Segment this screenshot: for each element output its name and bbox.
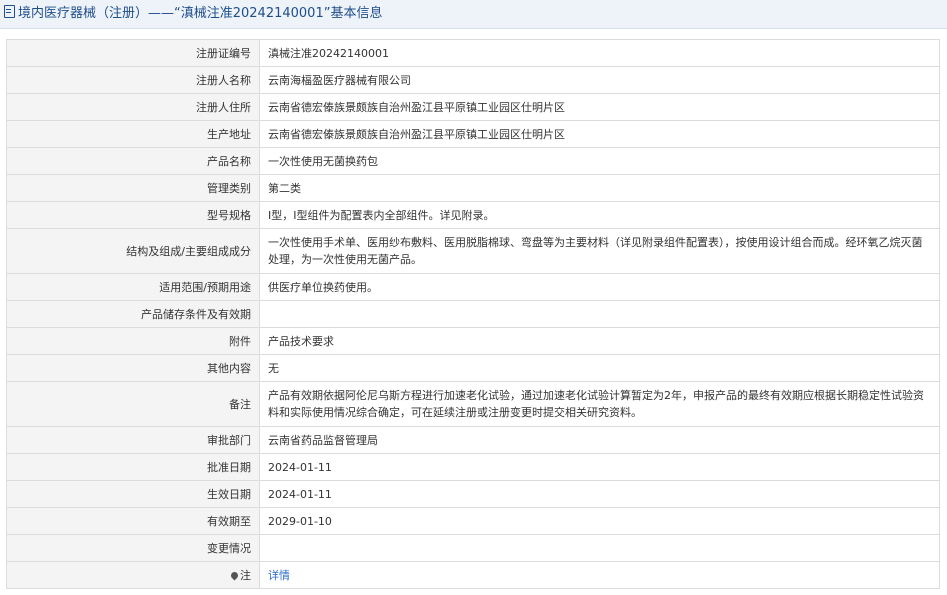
note-row: 注 详情 [6,561,940,589]
row-label: 附件 [6,327,260,355]
note-label: 注 [240,569,251,582]
row-value: 2029-01-10 [259,507,940,535]
page-title: 境内医疗器械（注册）——“滇械注准20242140001”基本信息 [18,6,383,21]
note-value-cell: 详情 [259,561,940,589]
table-row: 管理类别 第二类 [6,174,940,202]
row-label: 型号规格 [6,201,260,229]
info-container: 注册证编号 滇械注准20242140001 注册人名称 云南海楅盈医疗器械有限公… [0,29,947,589]
row-value: 一次性使用无菌换药包 [259,147,940,175]
row-label: 适用范围/预期用途 [6,273,260,301]
table-row: 变更情况 [6,534,940,562]
row-value: 2024-01-11 [259,480,940,508]
table-row: 注册人住所 云南省德宏傣族景颇族自治州盈江县平原镇工业园区仕明片区 [6,93,940,121]
table-row: 批准日期 2024-01-11 [6,453,940,481]
table-row: 注册证编号 滇械注准20242140001 [6,39,940,67]
table-row: 型号规格 Ⅰ型，Ⅰ型组件为配置表内全部组件。详见附录。 [6,201,940,229]
table-row: 有效期至 2029-01-10 [6,507,940,535]
pin-icon [229,570,240,581]
table-row: 生效日期 2024-01-11 [6,480,940,508]
row-label: 结构及组成/主要组成成分 [6,228,260,274]
row-value: 云南省德宏傣族景颇族自治州盈江县平原镇工业园区仕明片区 [259,93,940,121]
row-value: Ⅰ型，Ⅰ型组件为配置表内全部组件。详见附录。 [259,201,940,229]
document-icon [4,5,15,18]
row-value: 滇械注准20242140001 [259,39,940,67]
table-row: 其他内容 无 [6,354,940,382]
row-label: 注册证编号 [6,39,260,67]
row-value: 产品技术要求 [259,327,940,355]
row-label: 产品储存条件及有效期 [6,300,260,328]
row-value: 一次性使用手术单、医用纱布敷料、医用脱脂棉球、弯盘等为主要材料（详见附录组件配置… [259,228,940,274]
table-row: 备注 产品有效期依据阿伦尼乌斯方程进行加速老化试验，通过加速老化试验计算暂定为2… [6,381,940,427]
row-label: 备注 [6,381,260,427]
details-link[interactable]: 详情 [268,569,290,582]
row-value [259,300,940,328]
row-value: 云南省德宏傣族景颇族自治州盈江县平原镇工业园区仕明片区 [259,120,940,148]
table-row: 结构及组成/主要组成成分 一次性使用手术单、医用纱布敷料、医用脱脂棉球、弯盘等为… [6,228,940,274]
row-value: 无 [259,354,940,382]
table-row: 适用范围/预期用途 供医疗单位换药使用。 [6,273,940,301]
table-row: 注册人名称 云南海楅盈医疗器械有限公司 [6,66,940,94]
row-label: 其他内容 [6,354,260,382]
row-label: 变更情况 [6,534,260,562]
row-value: 供医疗单位换药使用。 [259,273,940,301]
row-value: 产品有效期依据阿伦尼乌斯方程进行加速老化试验，通过加速老化试验计算暂定为2年，申… [259,381,940,427]
row-label: 注册人名称 [6,66,260,94]
row-value: 2024-01-11 [259,453,940,481]
row-label: 有效期至 [6,507,260,535]
table-row: 产品储存条件及有效期 [6,300,940,328]
row-label: 注册人住所 [6,93,260,121]
row-label: 批准日期 [6,453,260,481]
row-label: 生效日期 [6,480,260,508]
row-value: 云南海楅盈医疗器械有限公司 [259,66,940,94]
basic-info-table: 注册证编号 滇械注准20242140001 注册人名称 云南海楅盈医疗器械有限公… [6,39,940,589]
table-row: 附件 产品技术要求 [6,327,940,355]
row-label: 产品名称 [6,147,260,175]
note-label-cell: 注 [6,561,260,589]
row-label: 管理类别 [6,174,260,202]
row-value: 云南省药品监督管理局 [259,426,940,454]
row-label: 审批部门 [6,426,260,454]
table-row: 生产地址 云南省德宏傣族景颇族自治州盈江县平原镇工业园区仕明片区 [6,120,940,148]
row-value: 第二类 [259,174,940,202]
row-label: 生产地址 [6,120,260,148]
table-row: 产品名称 一次性使用无菌换药包 [6,147,940,175]
page-header: 境内医疗器械（注册）——“滇械注准20242140001”基本信息 [0,0,947,29]
row-value [259,534,940,562]
table-row: 审批部门 云南省药品监督管理局 [6,426,940,454]
